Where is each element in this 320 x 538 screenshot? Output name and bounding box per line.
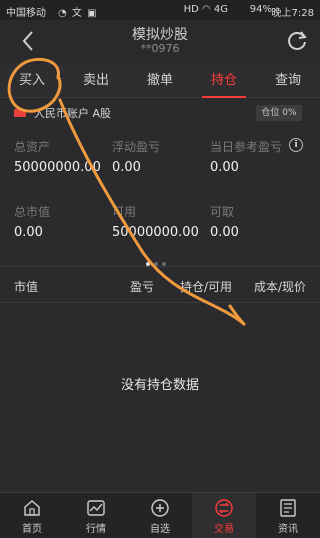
status-bar: 中国移动 ◔ 文 ▣ HD ◠ 4G 94% 晚上7:28 (0, 0, 320, 20)
floating-pnl-label: 浮动盈亏 (112, 140, 161, 154)
tab-holdings[interactable]: 持仓 (192, 64, 256, 98)
nav-label: 自选 (150, 524, 170, 535)
account-row[interactable]: 人民币账户 A股 仓位 0% (0, 100, 320, 126)
column-header-market-value: 市值 (14, 280, 39, 294)
nav-home[interactable]: 首页 (0, 493, 64, 538)
tab-cancel[interactable]: 撤单 (128, 64, 192, 98)
floating-pnl-value: 0.00 (112, 160, 141, 175)
refresh-icon (288, 31, 307, 50)
page-title: 模拟炒股 (132, 27, 188, 43)
column-header-pnl: 盈亏 (130, 280, 155, 294)
account-label: 人民币账户 A股 (34, 107, 112, 120)
info-icon[interactable]: i (289, 138, 303, 152)
carrier-name: 中国移动 (6, 8, 46, 19)
withdrawable-value: 0.00 (210, 225, 239, 240)
signal-icons: HD ◠ 4G (183, 4, 228, 15)
watchlist-icon (151, 499, 169, 517)
notification-icons: ◔ 文 ▣ (58, 8, 98, 19)
tab-buy[interactable]: 买入 (0, 64, 64, 98)
total-assets-value: 50000000.00 (14, 160, 101, 175)
nav-market[interactable]: 行情 (64, 493, 128, 538)
tab-underline (202, 96, 246, 98)
tab-query[interactable]: 查询 (256, 64, 320, 98)
column-header-cost: 成本/现价 (254, 280, 307, 294)
tab-sell[interactable]: 卖出 (64, 64, 128, 98)
title-bar: 模拟炒股 **0976 (0, 20, 320, 62)
market-value-value: 0.00 (14, 225, 43, 240)
nav-label: 交易 (214, 524, 234, 535)
nav-trade[interactable]: 交易 (192, 493, 256, 538)
divider (0, 302, 320, 303)
trade-icon (215, 499, 233, 517)
nav-label: 行情 (86, 524, 106, 535)
annotation-arrow-head (228, 304, 246, 326)
available-label: 可用 (112, 205, 137, 219)
nav-watchlist[interactable]: 自选 (128, 493, 192, 538)
account-number: **0976 (140, 42, 180, 55)
daily-pnl-label: 当日参考盈亏 (210, 140, 283, 154)
battery-level: 94% (249, 4, 272, 15)
column-header-holdings: 持仓/可用 (180, 280, 233, 294)
daily-pnl-value: 0.00 (210, 160, 239, 175)
bottom-nav: 首页 行情 自选 交易 资讯 (0, 492, 320, 538)
nav-label: 首页 (22, 524, 42, 535)
refresh-button[interactable] (284, 28, 310, 54)
chart-icon (87, 500, 105, 516)
total-assets-label: 总资产 (14, 140, 51, 154)
news-icon (280, 499, 296, 517)
page-indicator (146, 251, 170, 270)
home-icon (24, 500, 40, 516)
available-value: 50000000.00 (112, 225, 199, 240)
empty-state-text: 没有持仓数据 (120, 378, 199, 393)
tab-bar: 买入 卖出 撤单 持仓 查询 (0, 64, 320, 98)
nav-label: 资讯 (278, 524, 298, 535)
clock: 晚上7:28 (271, 8, 314, 19)
market-value-label: 总市值 (14, 205, 51, 219)
withdrawable-label: 可取 (210, 205, 235, 219)
nav-news[interactable]: 资讯 (256, 493, 320, 538)
cny-flag-icon (14, 109, 26, 117)
divider (0, 266, 320, 267)
position-ratio-badge: 仓位 0% (256, 105, 302, 121)
